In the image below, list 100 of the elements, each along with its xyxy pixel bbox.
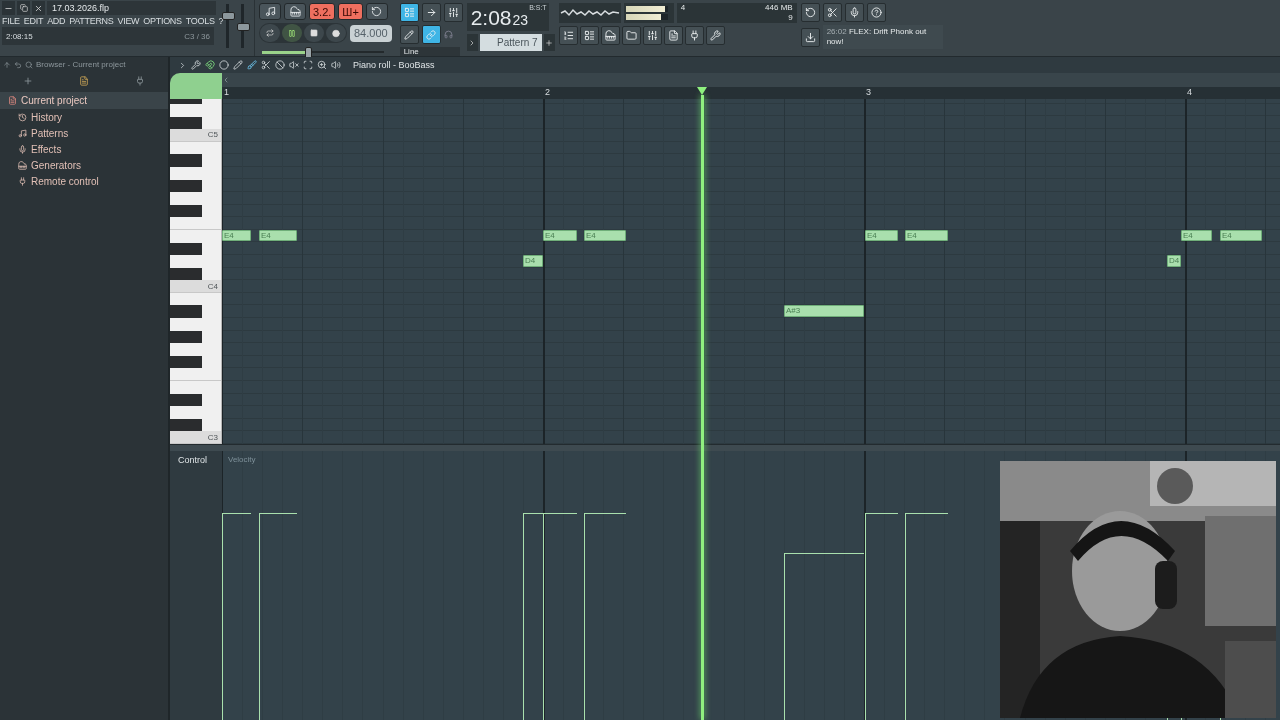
sharp-key[interactable]	[170, 393, 202, 407]
select-icon[interactable]	[303, 60, 313, 70]
loop-record-button[interactable]	[365, 3, 388, 20]
pen-button[interactable]	[399, 25, 419, 44]
sharp-key[interactable]	[170, 330, 202, 344]
scrollbar[interactable]	[222, 73, 1280, 87]
arrow-button[interactable]	[421, 3, 441, 22]
browser-button[interactable]	[621, 26, 641, 45]
mode-button[interactable]	[260, 24, 280, 42]
octave-label: C4	[207, 281, 219, 291]
velocity-bar[interactable]	[222, 512, 251, 720]
reset-button[interactable]	[800, 3, 820, 22]
microphone-icon	[18, 144, 27, 154]
pattern-selector[interactable]: Pattern 7	[479, 34, 542, 51]
mixer-button[interactable]	[642, 26, 662, 45]
piano-keyboard[interactable]: C5 C4 C3	[170, 99, 222, 444]
tree-item[interactable]: Effects	[0, 141, 168, 157]
sharp-key[interactable]	[170, 242, 202, 256]
sharp-key[interactable]	[170, 355, 202, 369]
velocity-bar[interactable]	[259, 512, 297, 720]
menu-item[interactable]: ?	[218, 16, 224, 26]
tree-item[interactable]: Patterns	[0, 125, 168, 141]
menu-item[interactable]: FILE	[2, 16, 20, 26]
tree-item[interactable]: Generators	[0, 157, 168, 173]
link-button[interactable]	[421, 25, 441, 44]
search-icon[interactable]	[25, 60, 33, 69]
plus-icon	[545, 38, 554, 47]
record-audio-button[interactable]	[844, 3, 864, 22]
wrench-icon[interactable]	[191, 60, 201, 70]
tree-item[interactable]: History	[0, 109, 168, 125]
velocity-bar[interactable]	[523, 512, 543, 720]
tools-button[interactable]	[705, 26, 725, 45]
master-pitch-slider[interactable]	[237, 23, 250, 31]
sharp-key[interactable]	[170, 204, 202, 218]
sharp-key[interactable]	[170, 418, 202, 432]
document-button[interactable]	[663, 26, 683, 45]
restore-icon	[19, 4, 28, 12]
plug-icon[interactable]	[135, 76, 145, 86]
back-icon[interactable]	[14, 60, 22, 69]
hint-note: C3 / 36	[184, 31, 210, 41]
menu-item[interactable]: ADD	[47, 16, 66, 26]
news-panel[interactable]: 26:02 FLEX: Drift Phonk out now!	[822, 25, 943, 49]
wrench-icon	[709, 30, 721, 41]
minimize-button[interactable]	[2, 1, 15, 15]
scissors-icon[interactable]	[261, 60, 271, 70]
playlist-button[interactable]	[558, 26, 578, 45]
piano-roll-button[interactable]	[600, 26, 620, 45]
menu-item[interactable]: OPTIONS	[143, 16, 182, 26]
up-icon[interactable]	[3, 60, 11, 69]
metronome-button[interactable]	[259, 3, 281, 20]
brush-icon[interactable]	[247, 60, 257, 70]
menu-item[interactable]: VIEW	[117, 16, 140, 26]
master-volume-slider[interactable]	[222, 11, 235, 20]
document-icon[interactable]	[79, 76, 89, 86]
magnet-icon[interactable]	[205, 60, 215, 70]
typing-keyboard-button[interactable]	[284, 3, 306, 20]
record-button[interactable]	[326, 24, 346, 42]
menu-item[interactable]: PATTERNS	[69, 16, 114, 26]
plug-icon	[688, 30, 700, 41]
sharp-key[interactable]	[170, 267, 202, 281]
delete-icon[interactable]	[275, 60, 285, 70]
velocity-bar[interactable]	[865, 512, 898, 720]
close-button[interactable]	[32, 1, 45, 15]
zoom-icon[interactable]	[317, 60, 327, 70]
sharp-key[interactable]	[170, 116, 202, 130]
sharp-key[interactable]	[170, 179, 202, 193]
pencil-icon[interactable]	[233, 60, 243, 70]
plugin-button[interactable]	[684, 26, 704, 45]
menu-item[interactable]: EDIT	[23, 16, 44, 26]
help-button[interactable]	[866, 3, 886, 22]
link-icon	[426, 29, 437, 40]
velocity-bar[interactable]	[905, 512, 948, 720]
stop-button[interactable]	[304, 24, 324, 42]
cut-button[interactable]	[822, 3, 842, 22]
step-sequencer-button[interactable]	[399, 3, 419, 22]
pause-button[interactable]	[282, 24, 302, 42]
project-filename: 17.03.2026.flp	[47, 1, 216, 15]
circle-icon[interactable]	[219, 60, 229, 70]
snap-select[interactable]: Line	[399, 47, 460, 56]
sharp-key[interactable]	[170, 305, 202, 319]
keyboard-icon	[18, 160, 27, 170]
download-button[interactable]	[800, 27, 820, 47]
cpu-value: 4	[680, 3, 686, 14]
toggle-button[interactable]: 3.2.	[309, 3, 336, 20]
mute-icon[interactable]	[289, 60, 299, 70]
speaker-icon[interactable]	[331, 60, 341, 70]
tree-item[interactable]: Remote control	[0, 173, 168, 189]
menu-item[interactable]: TOOLS	[185, 16, 215, 26]
toggle-button[interactable]: Ш+	[338, 3, 363, 20]
playhead[interactable]	[697, 87, 707, 720]
restore-button[interactable]	[17, 1, 30, 15]
velocity-bar[interactable]	[584, 512, 626, 720]
plus-icon[interactable]	[23, 76, 33, 86]
stop-icon	[310, 29, 318, 37]
tempo-field[interactable]: 84.000	[350, 24, 392, 42]
velocity-bar[interactable]	[543, 512, 577, 720]
timeline-ruler[interactable]: 1 2 3 4	[222, 87, 1280, 99]
mixer-button[interactable]	[443, 3, 463, 22]
control-label[interactable]: Control	[178, 455, 207, 465]
tree-header[interactable]: Current project	[0, 92, 168, 109]
